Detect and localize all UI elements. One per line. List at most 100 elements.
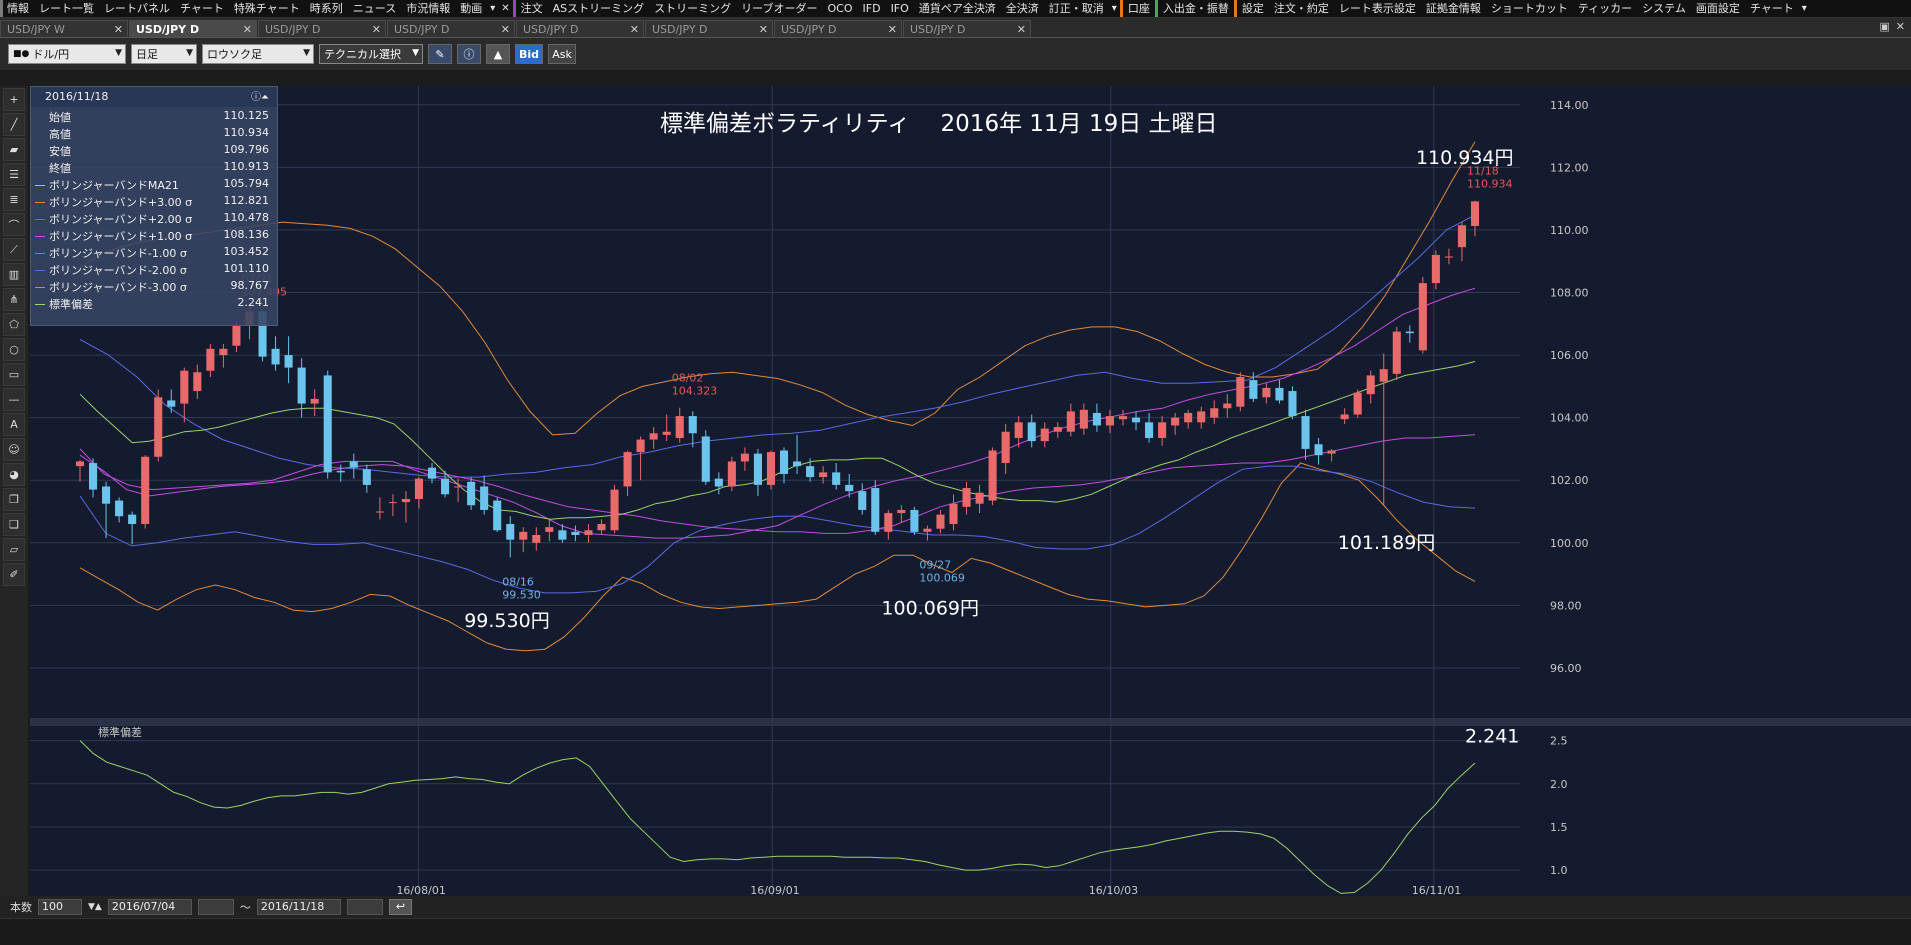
menu-item[interactable]: チャート: [175, 0, 229, 17]
emoji-icon[interactable]: ☺: [3, 438, 25, 461]
candle-body: [441, 478, 450, 495]
tab-chart[interactable]: USD/JPY W ✕: [0, 20, 128, 37]
tab-bar: USD/JPY W ✕ USD/JPY D ✕ USD/JPY D ✕ USD/JPY D ✕…: [0, 18, 1911, 38]
tab-chart[interactable]: USD/JPY D ✕: [516, 20, 644, 37]
text-icon[interactable]: A: [3, 413, 25, 436]
tab-chart[interactable]: USD/JPY D ✕: [645, 20, 773, 37]
menu-item[interactable]: 時系列: [305, 0, 348, 17]
eraser-all-icon[interactable]: ✐: [3, 563, 25, 586]
menu-item[interactable]: 口座: [1119, 0, 1155, 17]
info-panel-toggle-icon[interactable]: ⓘ⏶: [251, 88, 269, 108]
candle-body: [1262, 387, 1271, 398]
info-row-label: ボリンジャーバンド+3.00 σ: [49, 196, 193, 209]
menu-item[interactable]: 設定: [1233, 0, 1269, 17]
close-icon[interactable]: ✕: [501, 21, 510, 38]
close-icon[interactable]: ✕: [372, 21, 381, 38]
pitchfork-icon[interactable]: ⋔: [3, 288, 25, 311]
fib-fan-icon[interactable]: ⟋: [3, 238, 25, 261]
from-date-input[interactable]: 2016/07/04: [107, 899, 192, 915]
to-date-input[interactable]: 2016/11/18: [256, 899, 341, 915]
trendline-icon[interactable]: ╱: [3, 113, 25, 136]
vlines-icon[interactable]: ▥: [3, 263, 25, 286]
polygon-icon[interactable]: ⬠: [3, 313, 25, 336]
sub-tick-label: 1.0: [1550, 864, 1568, 877]
count-stepper-icon[interactable]: ▼▲: [88, 902, 102, 912]
menu-item[interactable]: ASストリーミング: [548, 0, 650, 17]
candle-body: [1470, 201, 1480, 227]
menu-item[interactable]: 全決済: [1001, 0, 1044, 17]
menu-item[interactable]: ✕: [498, 0, 512, 17]
copy-icon[interactable]: ❐: [3, 488, 25, 511]
menu-item[interactable]: ▾: [487, 0, 498, 17]
tab-chart[interactable]: USD/JPY D ✕: [129, 20, 257, 37]
count-input[interactable]: 100: [38, 899, 82, 915]
circle-icon[interactable]: ○: [3, 338, 25, 361]
icon-stamp-icon[interactable]: ◕: [3, 463, 25, 486]
hline-icon[interactable]: ☰: [3, 163, 25, 186]
menu-item[interactable]: 入出金・振替: [1154, 0, 1234, 17]
menu-item[interactable]: ティッカー: [1573, 0, 1637, 17]
draw-tool-button[interactable]: ✎: [428, 44, 452, 64]
channel-icon[interactable]: ≣: [3, 188, 25, 211]
menu-item[interactable]: ストリーミング: [649, 0, 736, 17]
menu-item[interactable]: 証拠金情報: [1421, 0, 1486, 17]
menu-item[interactable]: IFO: [886, 0, 914, 17]
menu-item[interactable]: 通貨ペア全決済: [914, 0, 1001, 17]
menu-item[interactable]: 注文: [512, 0, 548, 17]
pane-divider[interactable]: [30, 718, 1911, 726]
tab-chart[interactable]: USD/JPY D ✕: [387, 20, 515, 37]
close-icon[interactable]: ✕: [630, 21, 639, 38]
menu-item[interactable]: ショートカット: [1486, 0, 1573, 17]
ruler-icon[interactable]: ▰: [3, 138, 25, 161]
tab-chart[interactable]: USD/JPY D ✕: [258, 20, 386, 37]
line-icon[interactable]: —: [3, 388, 25, 411]
crosshair-icon[interactable]: +: [3, 88, 25, 111]
tab-chart[interactable]: USD/JPY D ✕: [903, 20, 1031, 37]
rectangle-icon[interactable]: ▭: [3, 363, 25, 386]
close-icon[interactable]: ✕: [1017, 21, 1026, 38]
bid-button[interactable]: Bid: [515, 44, 543, 64]
close-icon[interactable]: ✕: [1896, 20, 1905, 33]
menu-item[interactable]: レートパネル: [99, 0, 175, 17]
restore-icon[interactable]: ▣: [1879, 20, 1889, 33]
technical-select[interactable]: テクニカル選択 ▼: [319, 44, 423, 64]
menu-item[interactable]: ニュース: [348, 0, 401, 17]
info-button[interactable]: ⓘ: [457, 44, 481, 64]
menu-item[interactable]: OCO: [823, 0, 858, 17]
menu-item[interactable]: チャート: [1745, 0, 1799, 17]
menu-item[interactable]: 特殊チャート: [229, 0, 305, 17]
apply-range-button[interactable]: ↩: [388, 899, 413, 915]
menu-item[interactable]: 情報: [0, 0, 34, 17]
tab-chart[interactable]: USD/JPY D ✕: [774, 20, 902, 37]
chevron-down-icon: ▼: [303, 48, 310, 58]
paste-icon[interactable]: ❑: [3, 513, 25, 536]
menu-item[interactable]: レート表示設定: [1334, 0, 1421, 17]
menu-item[interactable]: 画面設定: [1691, 0, 1745, 17]
period-select[interactable]: 日足 ▼: [131, 44, 197, 64]
chart-style-button[interactable]: ▲: [486, 44, 510, 64]
eraser-icon[interactable]: ▱: [3, 538, 25, 561]
to-time-input[interactable]: [346, 899, 383, 915]
menu-item[interactable]: システム: [1637, 0, 1691, 17]
chart-canvas[interactable]: 114.00 112.00 110.00 108.00 106.00 104.00 102.…: [30, 86, 1911, 896]
chart-type-select[interactable]: ロウソク足 ▼: [202, 44, 314, 64]
menu-item[interactable]: 動画: [455, 0, 487, 17]
candle-body: [662, 431, 671, 435]
ask-button[interactable]: Ask: [548, 44, 576, 64]
chart-area[interactable]: 114.00 112.00 110.00 108.00 106.00 104.00 102.…: [30, 86, 1911, 896]
menu-item[interactable]: 市況情報: [401, 0, 455, 17]
close-icon[interactable]: ✕: [888, 21, 897, 38]
menu-item[interactable]: レート一覧: [34, 0, 99, 17]
close-icon[interactable]: ✕: [114, 21, 123, 38]
menu-item[interactable]: IFD: [858, 0, 886, 17]
close-icon[interactable]: ✕: [759, 21, 768, 38]
from-time-input[interactable]: [197, 899, 234, 915]
close-icon[interactable]: ✕: [243, 21, 252, 38]
pair-select[interactable]: ■● ドル/円 ▼: [8, 44, 126, 64]
menu-item[interactable]: ▾: [1109, 0, 1120, 17]
menu-item[interactable]: リーブオーダー: [736, 0, 822, 17]
menu-item[interactable]: 注文・約定: [1269, 0, 1334, 17]
arc-icon[interactable]: ⌒: [3, 213, 25, 236]
menu-item[interactable]: ▾: [1799, 0, 1810, 17]
menu-item[interactable]: 訂正・取消: [1044, 0, 1109, 17]
